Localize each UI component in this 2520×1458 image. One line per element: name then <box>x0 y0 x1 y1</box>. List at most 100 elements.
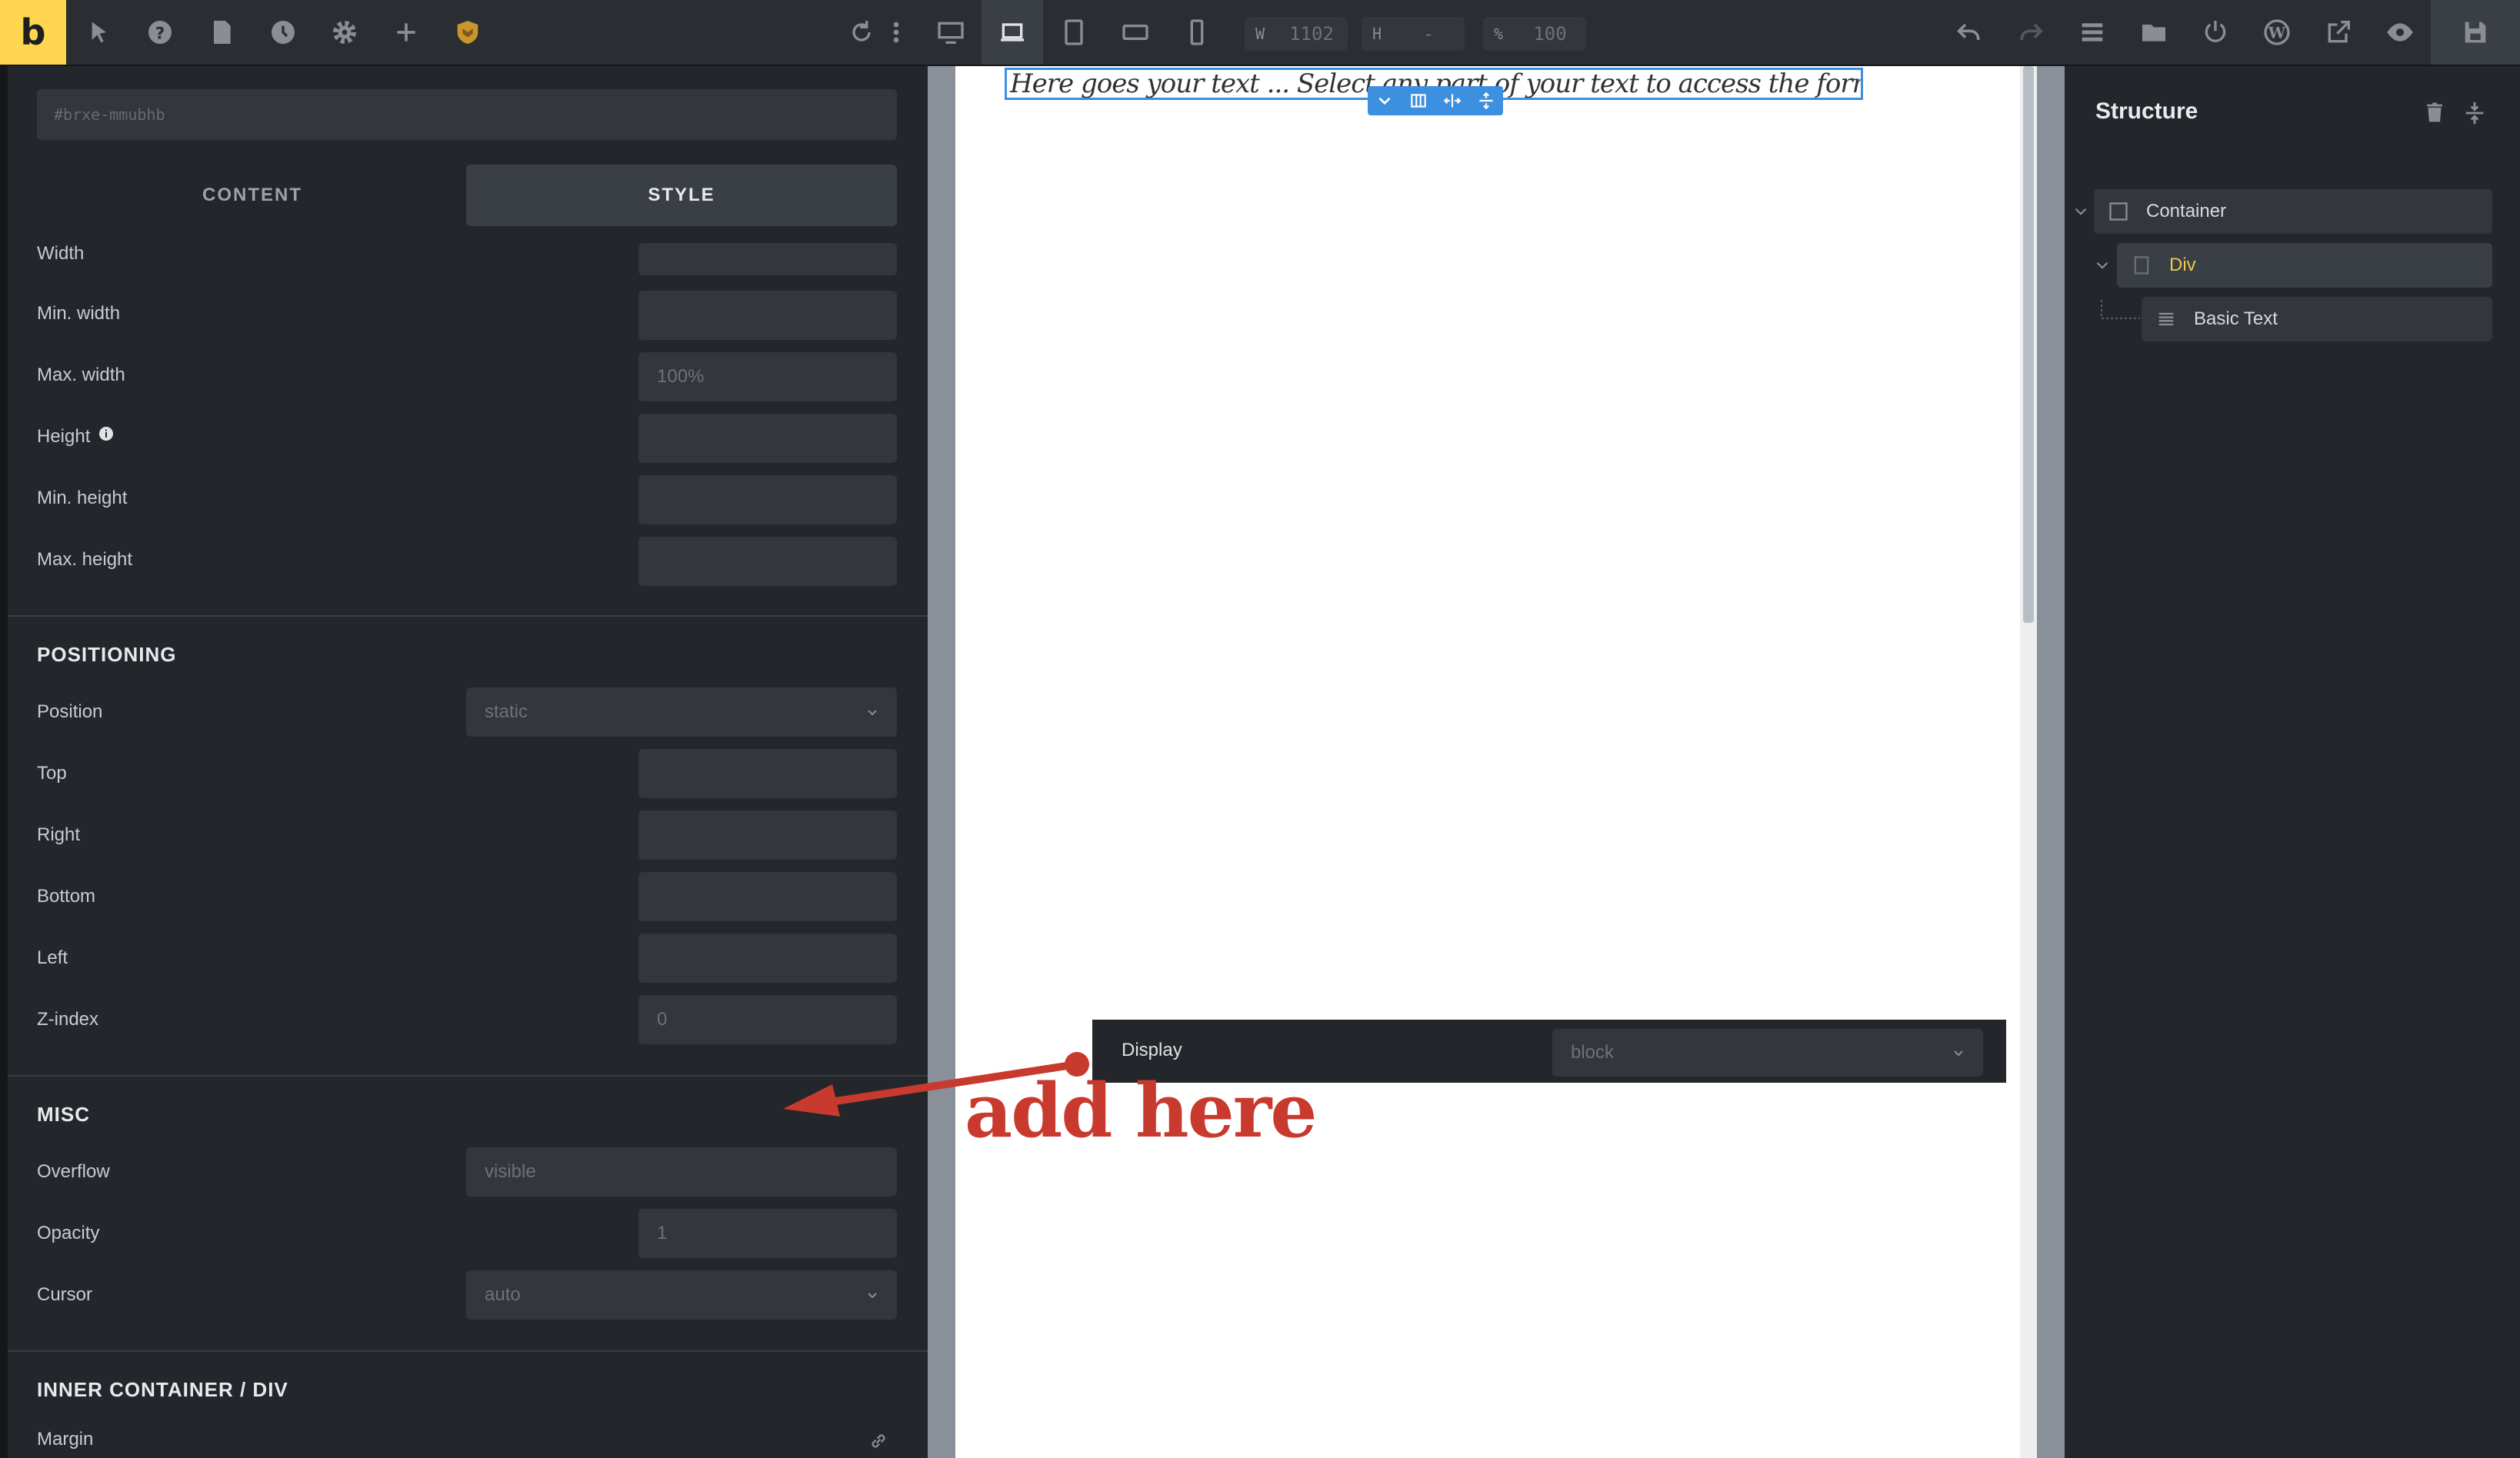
tab-style[interactable]: STYLE <box>466 165 897 226</box>
laptop-breakpoint-icon[interactable] <box>982 0 1043 65</box>
canvas-scrollbar-thumb[interactable] <box>2023 66 2034 623</box>
svg-text:?: ? <box>155 24 165 43</box>
shield-icon[interactable] <box>446 0 489 65</box>
overflow-label: Overflow <box>37 1161 110 1182</box>
bottom-input[interactable] <box>638 872 897 921</box>
vertical-resize-icon[interactable] <box>1476 91 1496 111</box>
left-label: Left <box>37 947 68 968</box>
add-icon[interactable] <box>385 0 428 65</box>
chevron-down-icon <box>1954 1050 1963 1057</box>
mobile-icon[interactable] <box>1166 0 1228 65</box>
positioning-heading: POSITIONING <box>37 643 177 666</box>
svg-text:W: W <box>2268 24 2286 42</box>
misc-heading: MISC <box>37 1103 90 1126</box>
display-label: Display <box>1122 1040 1182 1060</box>
power-icon[interactable] <box>2192 0 2238 65</box>
text-lines-icon <box>2158 312 2174 326</box>
folder-icon[interactable] <box>2131 0 2177 65</box>
chevron-down-icon <box>868 710 877 716</box>
min-width-input[interactable] <box>638 291 897 340</box>
overflow-input[interactable]: visible <box>466 1147 897 1197</box>
opacity-input[interactable]: 1 <box>638 1209 897 1258</box>
settings-icon[interactable] <box>323 0 366 65</box>
display-select-value: block <box>1571 1042 1615 1063</box>
margin-label: Margin <box>37 1429 94 1450</box>
position-label: Position <box>37 701 103 722</box>
display-select[interactable]: block <box>1552 1029 1983 1077</box>
right-input[interactable] <box>638 811 897 860</box>
preview-eye-icon[interactable] <box>2377 0 2423 65</box>
max-width-input[interactable]: 100% <box>638 352 897 401</box>
min-height-label: Min. height <box>37 488 128 508</box>
desktop-breakpoint-icon[interactable] <box>920 0 982 65</box>
scale-field[interactable]: % 100 <box>1483 17 1586 51</box>
cursor-select-value: auto <box>485 1284 521 1305</box>
more-options-icon[interactable] <box>885 0 908 65</box>
structure-node-label: Basic Text <box>2194 308 2278 329</box>
structure-title: Structure <box>2095 98 2198 124</box>
width-input[interactable] <box>638 243 897 275</box>
cursor-label: Cursor <box>37 1284 93 1305</box>
structure-node-label: Div <box>2169 255 2196 275</box>
width-field-label: W <box>1255 25 1265 43</box>
wordpress-icon[interactable]: W <box>2254 0 2300 65</box>
height-field[interactable]: H - <box>1362 17 1465 51</box>
external-link-icon[interactable] <box>2315 0 2362 65</box>
builder-canvas[interactable] <box>955 66 2020 1458</box>
height-field-label: H <box>1372 25 1382 43</box>
cursor-select[interactable]: auto <box>466 1270 897 1320</box>
chevron-down-icon[interactable] <box>2071 201 2091 221</box>
min-width-label: Min. width <box>37 303 121 324</box>
position-select-value: static <box>485 701 528 722</box>
structure-toggle-icon[interactable] <box>2069 0 2115 65</box>
right-label: Right <box>37 824 81 845</box>
pointer-icon[interactable] <box>77 0 120 65</box>
structure-node-div[interactable]: Div <box>2117 243 2492 288</box>
width-field-value: 1102 <box>1289 23 1334 45</box>
element-id-field[interactable]: #brxe-mmubhb <box>37 89 897 140</box>
max-width-label: Max. width <box>37 364 125 385</box>
chevron-down-icon[interactable] <box>1375 91 1395 111</box>
position-select[interactable]: static <box>466 687 897 737</box>
horizontal-resize-icon[interactable] <box>1442 91 1462 111</box>
height-label-text: Height <box>37 426 91 447</box>
chevron-down-icon <box>868 1293 877 1299</box>
width-field[interactable]: W 1102 <box>1245 17 1348 51</box>
structure-node-container[interactable]: Container <box>2094 189 2492 234</box>
trash-icon[interactable] <box>2422 100 2448 126</box>
section-divider <box>8 1350 928 1352</box>
height-field-value: - <box>1422 23 1435 45</box>
scale-field-value: 100 <box>1533 23 1567 45</box>
canvas-gutter-right <box>2037 66 2065 1458</box>
bottom-label: Bottom <box>37 886 96 907</box>
refresh-icon[interactable] <box>843 0 880 65</box>
collapse-all-icon[interactable] <box>2462 100 2488 126</box>
min-height-input[interactable] <box>638 475 897 524</box>
structure-node-basic-text[interactable]: Basic Text <box>2142 297 2492 341</box>
annotation-text: add here <box>965 1067 1317 1154</box>
width-label: Width <box>37 243 85 264</box>
left-input[interactable] <box>638 934 897 983</box>
save-icon[interactable] <box>2431 0 2520 65</box>
tablet-portrait-icon[interactable] <box>1043 0 1105 65</box>
height-input[interactable] <box>638 414 897 463</box>
tablet-landscape-icon[interactable] <box>1105 0 1166 65</box>
container-icon <box>2109 202 2128 221</box>
info-icon[interactable] <box>98 426 114 441</box>
history-icon[interactable] <box>262 0 305 65</box>
div-icon <box>2134 256 2149 275</box>
undo-icon[interactable] <box>1946 0 1992 65</box>
max-height-input[interactable] <box>638 537 897 586</box>
link-icon[interactable] <box>868 1430 889 1452</box>
redo-icon[interactable] <box>2008 0 2054 65</box>
chevron-down-icon[interactable] <box>2092 255 2112 275</box>
pages-icon[interactable] <box>200 0 243 65</box>
bricks-logo[interactable]: b <box>0 0 66 65</box>
tree-connector <box>2101 300 2140 319</box>
tab-content[interactable]: CONTENT <box>37 165 468 226</box>
top-input[interactable] <box>638 749 897 798</box>
columns-icon[interactable] <box>1408 91 1428 111</box>
help-icon[interactable]: ? <box>138 0 182 65</box>
element-toolbar <box>1368 86 1503 115</box>
canvas-gutter-left <box>928 66 955 1458</box>
